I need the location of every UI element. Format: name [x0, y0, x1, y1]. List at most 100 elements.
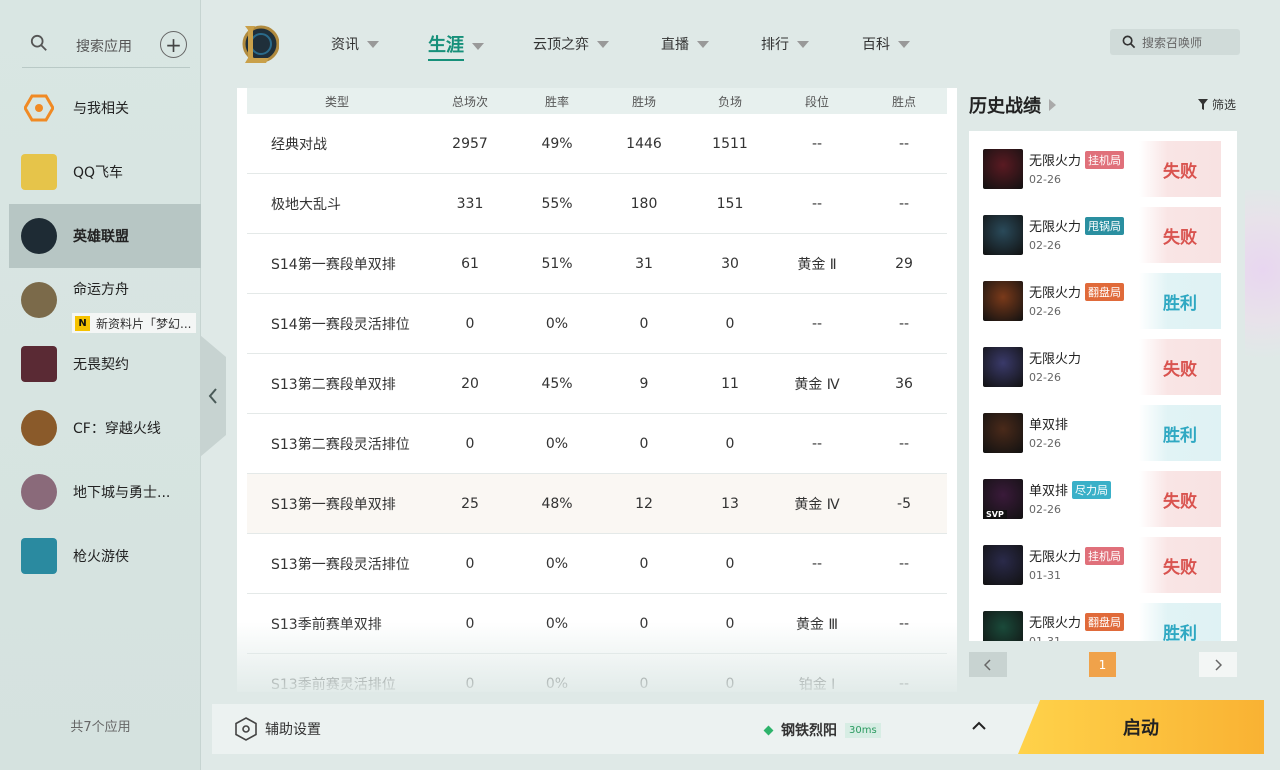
- column-header: 负场: [717, 94, 742, 109]
- sidebar-app-item[interactable]: 地下城与勇士...: [9, 460, 201, 524]
- match-history-title[interactable]: 历史战绩: [969, 92, 1056, 118]
- table-cell: 0%: [545, 615, 569, 632]
- search-icon: [30, 34, 47, 51]
- app-count: 共7个应用: [70, 720, 131, 735]
- table-cell: 0: [465, 615, 475, 632]
- table-cell: 0: [725, 315, 735, 332]
- column-header: 总场次: [451, 94, 488, 109]
- table-cell: 0: [465, 555, 475, 572]
- match-mode-text: 无限火力: [1029, 220, 1082, 235]
- match-date: 02-26: [1029, 239, 1061, 252]
- table-row[interactable]: S13第二赛段灵活排位 0 0% 0 0 -- --: [247, 414, 947, 474]
- valorant-icon: [21, 346, 57, 382]
- filter-label: 筛选: [1212, 98, 1237, 112]
- table-cell: 51%: [541, 255, 573, 272]
- filter-button[interactable]: 筛选: [1198, 96, 1236, 113]
- table-row[interactable]: S13季前赛单双排 0 0% 0 0 黄金 Ⅲ --: [247, 594, 947, 654]
- nav-tab[interactable]: 排行: [761, 34, 809, 54]
- assist-settings-button[interactable]: 辅助设置: [234, 717, 321, 741]
- match-result: 胜利: [1139, 273, 1221, 329]
- nav-tab[interactable]: 直播: [661, 34, 709, 54]
- chevron-down-icon: [597, 40, 609, 48]
- match-result: 胜利: [1139, 603, 1221, 641]
- summoner-search-input[interactable]: 搜索召唤师: [1110, 29, 1240, 55]
- sidebar-app-label: 无畏契约: [73, 357, 129, 373]
- nav-tab-label: 生涯: [428, 31, 464, 61]
- sidebar-app-label: 命运方舟: [73, 282, 129, 298]
- chevron-down-icon: [797, 40, 809, 48]
- match-tag: 挂机局: [1085, 150, 1125, 169]
- table-row[interactable]: S13第一赛段灵活排位 0 0% 0 0 -- --: [247, 534, 947, 594]
- sidebar-app-label: 与我相关: [73, 101, 129, 117]
- sidebar-app-item[interactable]: 无畏契约: [9, 332, 201, 396]
- nav-tab[interactable]: 生涯: [428, 31, 484, 61]
- champion-avatar: [983, 149, 1023, 189]
- add-app-button[interactable]: +: [160, 31, 187, 58]
- arrow-right-icon: [1049, 99, 1056, 111]
- match-item[interactable]: 无限火力 挂机局 02-26 失败: [983, 141, 1221, 197]
- match-item[interactable]: 无限火力 甩锅局 02-26 失败: [983, 207, 1221, 263]
- match-item[interactable]: 无限火力翻盘局 01-31 胜利: [983, 603, 1221, 641]
- sidebar-app-item[interactable]: 枪火游侠: [9, 524, 201, 588]
- table-cell: S14第一赛段单双排: [271, 256, 396, 273]
- match-item[interactable]: 单双排 02-26 胜利: [983, 405, 1221, 461]
- match-item[interactable]: 无限火力 02-26 失败: [983, 339, 1221, 395]
- table-cell: 29: [895, 255, 913, 272]
- table-row[interactable]: 经典对战 2957 49% 1446 1511 -- --: [247, 114, 947, 174]
- lol-logo-icon[interactable]: [239, 22, 279, 66]
- table-row[interactable]: S14第一赛段单双排 61 51% 31 30 黄金 Ⅱ 29: [247, 234, 947, 294]
- match-item[interactable]: 无限火力 挂机局 01-31 失败: [983, 537, 1221, 593]
- table-row[interactable]: 极地大乱斗 331 55% 180 151 -- --: [247, 174, 947, 234]
- app-search[interactable]: 搜索应用 +: [22, 22, 190, 68]
- table-cell: 0: [639, 675, 649, 692]
- match-mode: 无限火力 挂机局: [1029, 150, 1125, 169]
- match-result: 失败: [1139, 537, 1221, 593]
- table-cell: 0: [465, 675, 475, 692]
- table-row[interactable]: S13第二赛段单双排 20 45% 9 11 黄金 Ⅳ 36: [247, 354, 947, 414]
- table-cell: 0%: [545, 315, 569, 332]
- table-cell: S13第一赛段灵活排位: [271, 556, 410, 573]
- sidebar-app-item[interactable]: 与我相关: [9, 76, 201, 140]
- dnf-icon: [21, 474, 57, 510]
- table-cell: S13季前赛灵活排位: [271, 676, 396, 693]
- related-icon: [21, 90, 57, 126]
- match-history-list[interactable]: 无限火力 挂机局 02-26 失败 无限火力 甩锅局 02-26 失败 无限火力 翻盘局 02-26…: [969, 131, 1237, 641]
- app-news-badge[interactable]: N 新资料片「梦幻...: [72, 313, 196, 333]
- match-item[interactable]: SVP 单双排 尽力局 02-26 失败: [983, 471, 1221, 527]
- table-body[interactable]: 经典对战 2957 49% 1446 1511 -- -- 极地大乱斗 331 55% 180 151…: [247, 114, 947, 692]
- nav-tab[interactable]: 资讯: [331, 34, 379, 54]
- match-mode: 单双排: [1029, 414, 1068, 433]
- server-ping: 30ms: [845, 722, 881, 738]
- server-selector[interactable]: 钢铁烈阳 30ms: [763, 720, 881, 740]
- table-cell: 49%: [541, 135, 573, 152]
- table-cell: 55%: [541, 195, 573, 212]
- table-row[interactable]: S13季前赛灵活排位 0 0% 0 0 铂金 Ⅰ --: [247, 654, 947, 693]
- sidebar-app-item[interactable]: CF：穿越火线: [9, 396, 201, 460]
- nav-tab[interactable]: 百科: [862, 34, 910, 54]
- match-item[interactable]: 无限火力 翻盘局 02-26 胜利: [983, 273, 1221, 329]
- sidebar-app-item[interactable]: 命运方舟 N 新资料片「梦幻...: [9, 268, 201, 333]
- launch-button[interactable]: 启动: [1018, 700, 1264, 754]
- page-number-button[interactable]: 1: [1089, 652, 1116, 677]
- sidebar-collapse-button[interactable]: [200, 335, 226, 457]
- table-cell: 0: [639, 615, 649, 632]
- match-history-title-text: 历史战绩: [969, 96, 1041, 117]
- table-cell: S14第一赛段灵活排位: [271, 316, 410, 333]
- chevron-down-icon: [697, 40, 709, 48]
- table-cell: --: [811, 135, 823, 152]
- assist-settings-label: 辅助设置: [265, 722, 321, 738]
- prev-page-button[interactable]: [969, 652, 1007, 677]
- sidebar-app-item[interactable]: 英雄联盟: [9, 204, 201, 268]
- next-page-button[interactable]: [1199, 652, 1237, 677]
- table-row[interactable]: S13第一赛段单双排 25 48% 12 13 黄金 Ⅳ -5: [247, 474, 947, 534]
- table-row[interactable]: S14第一赛段灵活排位 0 0% 0 0 -- --: [247, 294, 947, 354]
- app-list: 与我相关 QQ飞车 英雄联盟命运方舟 N 新资料片「梦幻... 无畏契约 CF：穿越火线 地下…: [9, 76, 201, 588]
- sidebar-app-item[interactable]: QQ飞车: [9, 140, 201, 204]
- top-nav: 资讯 生涯 云顶之弈 直播 排行 百科 搜索召唤师: [201, 0, 1280, 88]
- nav-tab[interactable]: 云顶之弈: [533, 34, 609, 54]
- chevron-up-icon[interactable]: [972, 721, 986, 731]
- table-cell: 151: [716, 195, 744, 212]
- match-mode: 无限火力 翻盘局: [1029, 282, 1125, 301]
- table-cell: 黄金 Ⅱ: [797, 256, 837, 273]
- table-cell: --: [811, 555, 823, 572]
